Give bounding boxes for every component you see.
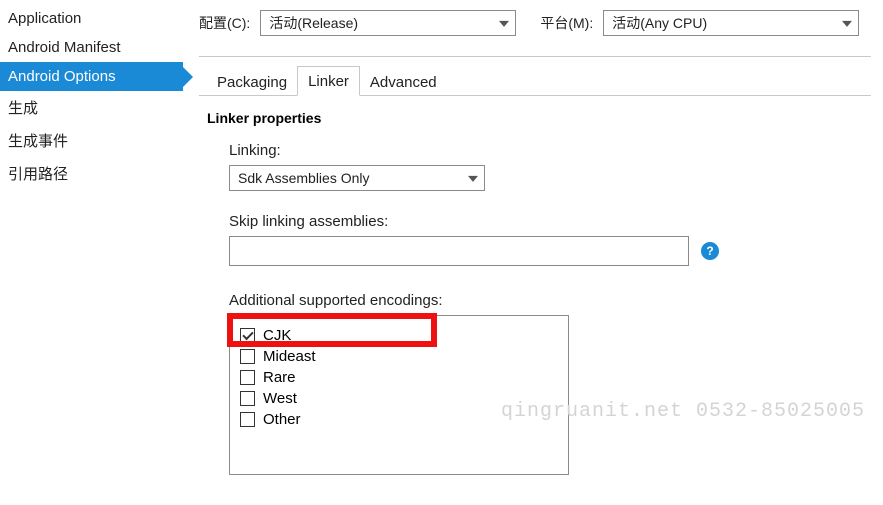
sidebar-item[interactable]: Android Options [0, 62, 183, 91]
platform-dropdown[interactable]: 活动(Any CPU) [603, 10, 859, 36]
config-value: 活动(Release) [269, 13, 358, 33]
chevron-down-icon [842, 21, 852, 27]
options-tabs: PackagingLinkerAdvanced [199, 65, 871, 96]
encoding-label: CJK [263, 327, 291, 344]
checkbox-icon[interactable] [240, 349, 255, 364]
sidebar-item[interactable]: Application [0, 4, 183, 33]
checkbox-icon[interactable] [240, 391, 255, 406]
tab[interactable]: Advanced [360, 68, 447, 96]
linking-dropdown[interactable]: Sdk Assemblies Only [229, 165, 485, 191]
encodings-label: Additional supported encodings: [229, 292, 871, 309]
sidebar-item[interactable]: 生成事件 [0, 124, 183, 157]
encoding-item[interactable]: CJK [240, 326, 558, 345]
linker-panel: Linker properties Linking: Sdk Assemblie… [199, 110, 871, 475]
config-dropdown[interactable]: 活动(Release) [260, 10, 516, 36]
project-properties-sidebar: ApplicationAndroid ManifestAndroid Optio… [0, 0, 183, 505]
platform-value: 活动(Any CPU) [612, 13, 707, 33]
chevron-down-icon [468, 176, 478, 182]
encoding-item[interactable]: Other [240, 410, 558, 429]
platform-label: 平台(M): [540, 13, 593, 33]
linking-value: Sdk Assemblies Only [238, 170, 370, 186]
encoding-label: Mideast [263, 348, 316, 365]
checkbox-icon[interactable] [240, 370, 255, 385]
divider [199, 56, 871, 57]
encoding-item[interactable]: West [240, 389, 558, 408]
skip-linking-input[interactable] [229, 236, 689, 266]
encoding-label: West [263, 390, 297, 407]
sidebar-item[interactable]: 生成 [0, 91, 183, 124]
checkbox-icon[interactable] [240, 412, 255, 427]
checkbox-icon[interactable] [240, 328, 255, 343]
chevron-down-icon [499, 21, 509, 27]
section-title: Linker properties [207, 110, 871, 126]
encoding-label: Other [263, 411, 301, 428]
sidebar-item[interactable]: Android Manifest [0, 33, 183, 62]
linking-label: Linking: [229, 142, 871, 159]
encodings-listbox: CJK Mideast Rare West Other [229, 315, 569, 475]
configuration-bar: 配置(C): 活动(Release) 平台(M): 活动(Any CPU) [199, 10, 871, 36]
tab[interactable]: Linker [297, 66, 360, 96]
tab[interactable]: Packaging [207, 68, 297, 96]
encoding-item[interactable]: Mideast [240, 347, 558, 366]
encoding-label: Rare [263, 369, 296, 386]
config-label: 配置(C): [199, 13, 250, 33]
help-icon[interactable]: ? [701, 242, 719, 260]
encoding-item[interactable]: Rare [240, 368, 558, 387]
sidebar-item[interactable]: 引用路径 [0, 157, 183, 190]
skip-linking-label: Skip linking assemblies: [229, 213, 871, 230]
main-pane: 配置(C): 活动(Release) 平台(M): 活动(Any CPU) Pa… [183, 0, 883, 505]
